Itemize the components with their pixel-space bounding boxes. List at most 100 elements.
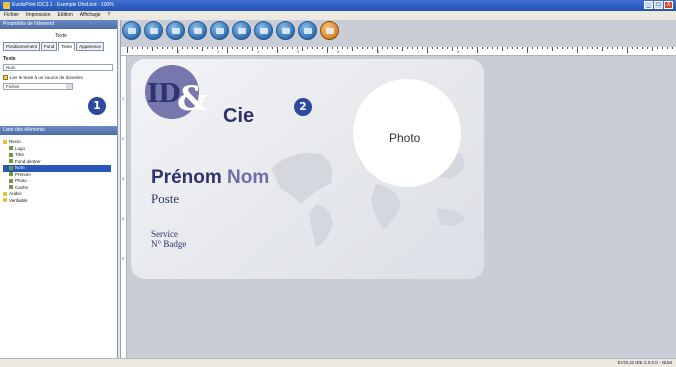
ruler-tick — [137, 47, 138, 49]
ruler-label: 5 — [122, 256, 125, 261]
ruler-tick — [592, 47, 593, 49]
menu-file[interactable]: Fichier — [4, 11, 19, 20]
ruler-tick — [362, 47, 363, 49]
ruler-label: 6 — [377, 49, 380, 54]
datasource-checkbox[interactable]: Lier le texte à un source de données — [3, 75, 117, 80]
print-icon[interactable] — [188, 21, 207, 40]
ruler-tick — [307, 47, 308, 49]
ruler-tick — [632, 47, 633, 49]
ruler-tick — [322, 47, 323, 49]
tab-position[interactable]: Positionnement — [3, 42, 41, 51]
ruler-tick — [132, 47, 133, 49]
badge-number-text: N° Badge — [151, 239, 187, 249]
shape-icon[interactable] — [276, 21, 295, 40]
tree-item-label: Recto — [9, 139, 21, 144]
tree-item-label: Photo — [15, 178, 27, 183]
menu-help[interactable]: ? — [108, 11, 111, 20]
tab-appearance[interactable]: Apparence — [76, 42, 104, 51]
encode-icon[interactable] — [320, 21, 339, 40]
ruler-tick — [367, 47, 368, 49]
first-name-text: Prénom — [151, 167, 222, 188]
ruler-tick — [522, 47, 523, 49]
text-icon[interactable] — [232, 21, 251, 40]
ruler-tick — [252, 47, 253, 51]
ruler-tick — [627, 47, 628, 53]
service-block[interactable]: Service N° Badge — [151, 229, 186, 249]
ruler-tick — [642, 47, 643, 49]
status-text: EVOLIS IDE 2.0.0.0 - NUM — [617, 360, 672, 365]
open-icon[interactable] — [144, 21, 163, 40]
checkbox-icon[interactable] — [3, 75, 8, 80]
ruler-tick — [517, 47, 518, 49]
ruler-tick — [167, 47, 168, 49]
ruler-label: 3 — [257, 49, 260, 54]
ruler-tick — [412, 47, 413, 49]
element-list-header: Liste des éléments — [0, 126, 117, 135]
tree-node-icon — [9, 146, 13, 151]
ruler-tick — [277, 47, 278, 53]
ruler-tick — [317, 47, 318, 49]
ruler-tick — [172, 47, 173, 49]
preview-icon[interactable] — [210, 21, 229, 40]
ruler-tick — [602, 47, 603, 51]
tab-background[interactable]: Fond — [41, 42, 58, 51]
ruler-tick — [312, 47, 313, 49]
tree-item[interactable]: Verifiable — [3, 198, 111, 205]
close-button[interactable]: X — [664, 1, 673, 9]
ruler-tick — [487, 47, 488, 49]
ruler-tick — [542, 47, 543, 49]
ruler-tick — [647, 47, 648, 49]
ruler-tick — [292, 47, 293, 49]
ruler-tick — [202, 47, 203, 51]
menu-edit[interactable]: Edition — [57, 11, 72, 20]
ruler-tick — [372, 47, 373, 49]
tree-item-label: Arabic — [9, 191, 22, 196]
ruler-tick — [327, 47, 328, 53]
menu-print[interactable]: Impression — [26, 11, 50, 20]
card-name[interactable]: Prénom Nom — [151, 167, 269, 189]
ruler-tick — [267, 47, 268, 49]
ruler-tick — [617, 47, 618, 49]
properties-header: Propriétés de l'élément — [0, 20, 117, 29]
card-canvas[interactable]: ID & Cie 2 Photo Prénom Nom Poste Servic… — [131, 59, 484, 279]
ruler-tick — [237, 47, 238, 49]
tab-text[interactable]: Texte — [58, 42, 76, 51]
image-icon[interactable] — [254, 21, 273, 40]
logo-ampersand: & — [177, 79, 208, 119]
ruler-tick — [402, 47, 403, 51]
job-title-text[interactable]: Poste — [151, 191, 179, 207]
save-icon[interactable] — [166, 21, 185, 40]
new-icon[interactable] — [122, 21, 141, 40]
ruler-tick — [532, 47, 533, 49]
ruler-label: 1 — [177, 49, 180, 54]
ruler-tick — [157, 47, 158, 49]
datasource-select[interactable]: Fichier — [3, 83, 73, 90]
tree-node-icon — [3, 191, 7, 196]
ruler-tick — [272, 47, 273, 49]
text-field-label: Texte — [3, 56, 16, 62]
app-icon — [3, 2, 10, 9]
ruler-tick — [397, 47, 398, 49]
text-field[interactable]: Nom — [3, 64, 113, 71]
tree-item-label: Nom — [15, 165, 25, 170]
ruler-label: 3 — [122, 176, 125, 181]
ruler-tick — [612, 47, 613, 49]
barcode-icon[interactable] — [298, 21, 317, 40]
ruler-tick — [587, 47, 588, 49]
tree-node-icon — [9, 185, 13, 190]
ruler-tick — [387, 47, 388, 49]
menu-view[interactable]: Affichage — [80, 11, 101, 20]
ruler-tick — [242, 47, 243, 49]
ruler-tick — [227, 47, 228, 53]
ruler-tick — [442, 47, 443, 49]
ruler-tick — [262, 47, 263, 49]
ruler-tick — [657, 47, 658, 49]
ruler-tick — [622, 47, 623, 49]
maximize-button[interactable]: □ — [654, 1, 663, 9]
tree-item-label: Titre — [15, 152, 24, 157]
ruler-tick — [127, 47, 128, 53]
ruler-tick — [502, 47, 503, 51]
minimize-button[interactable]: _ — [644, 1, 653, 9]
ruler-tick — [547, 47, 548, 49]
ruler-tick — [287, 47, 288, 49]
